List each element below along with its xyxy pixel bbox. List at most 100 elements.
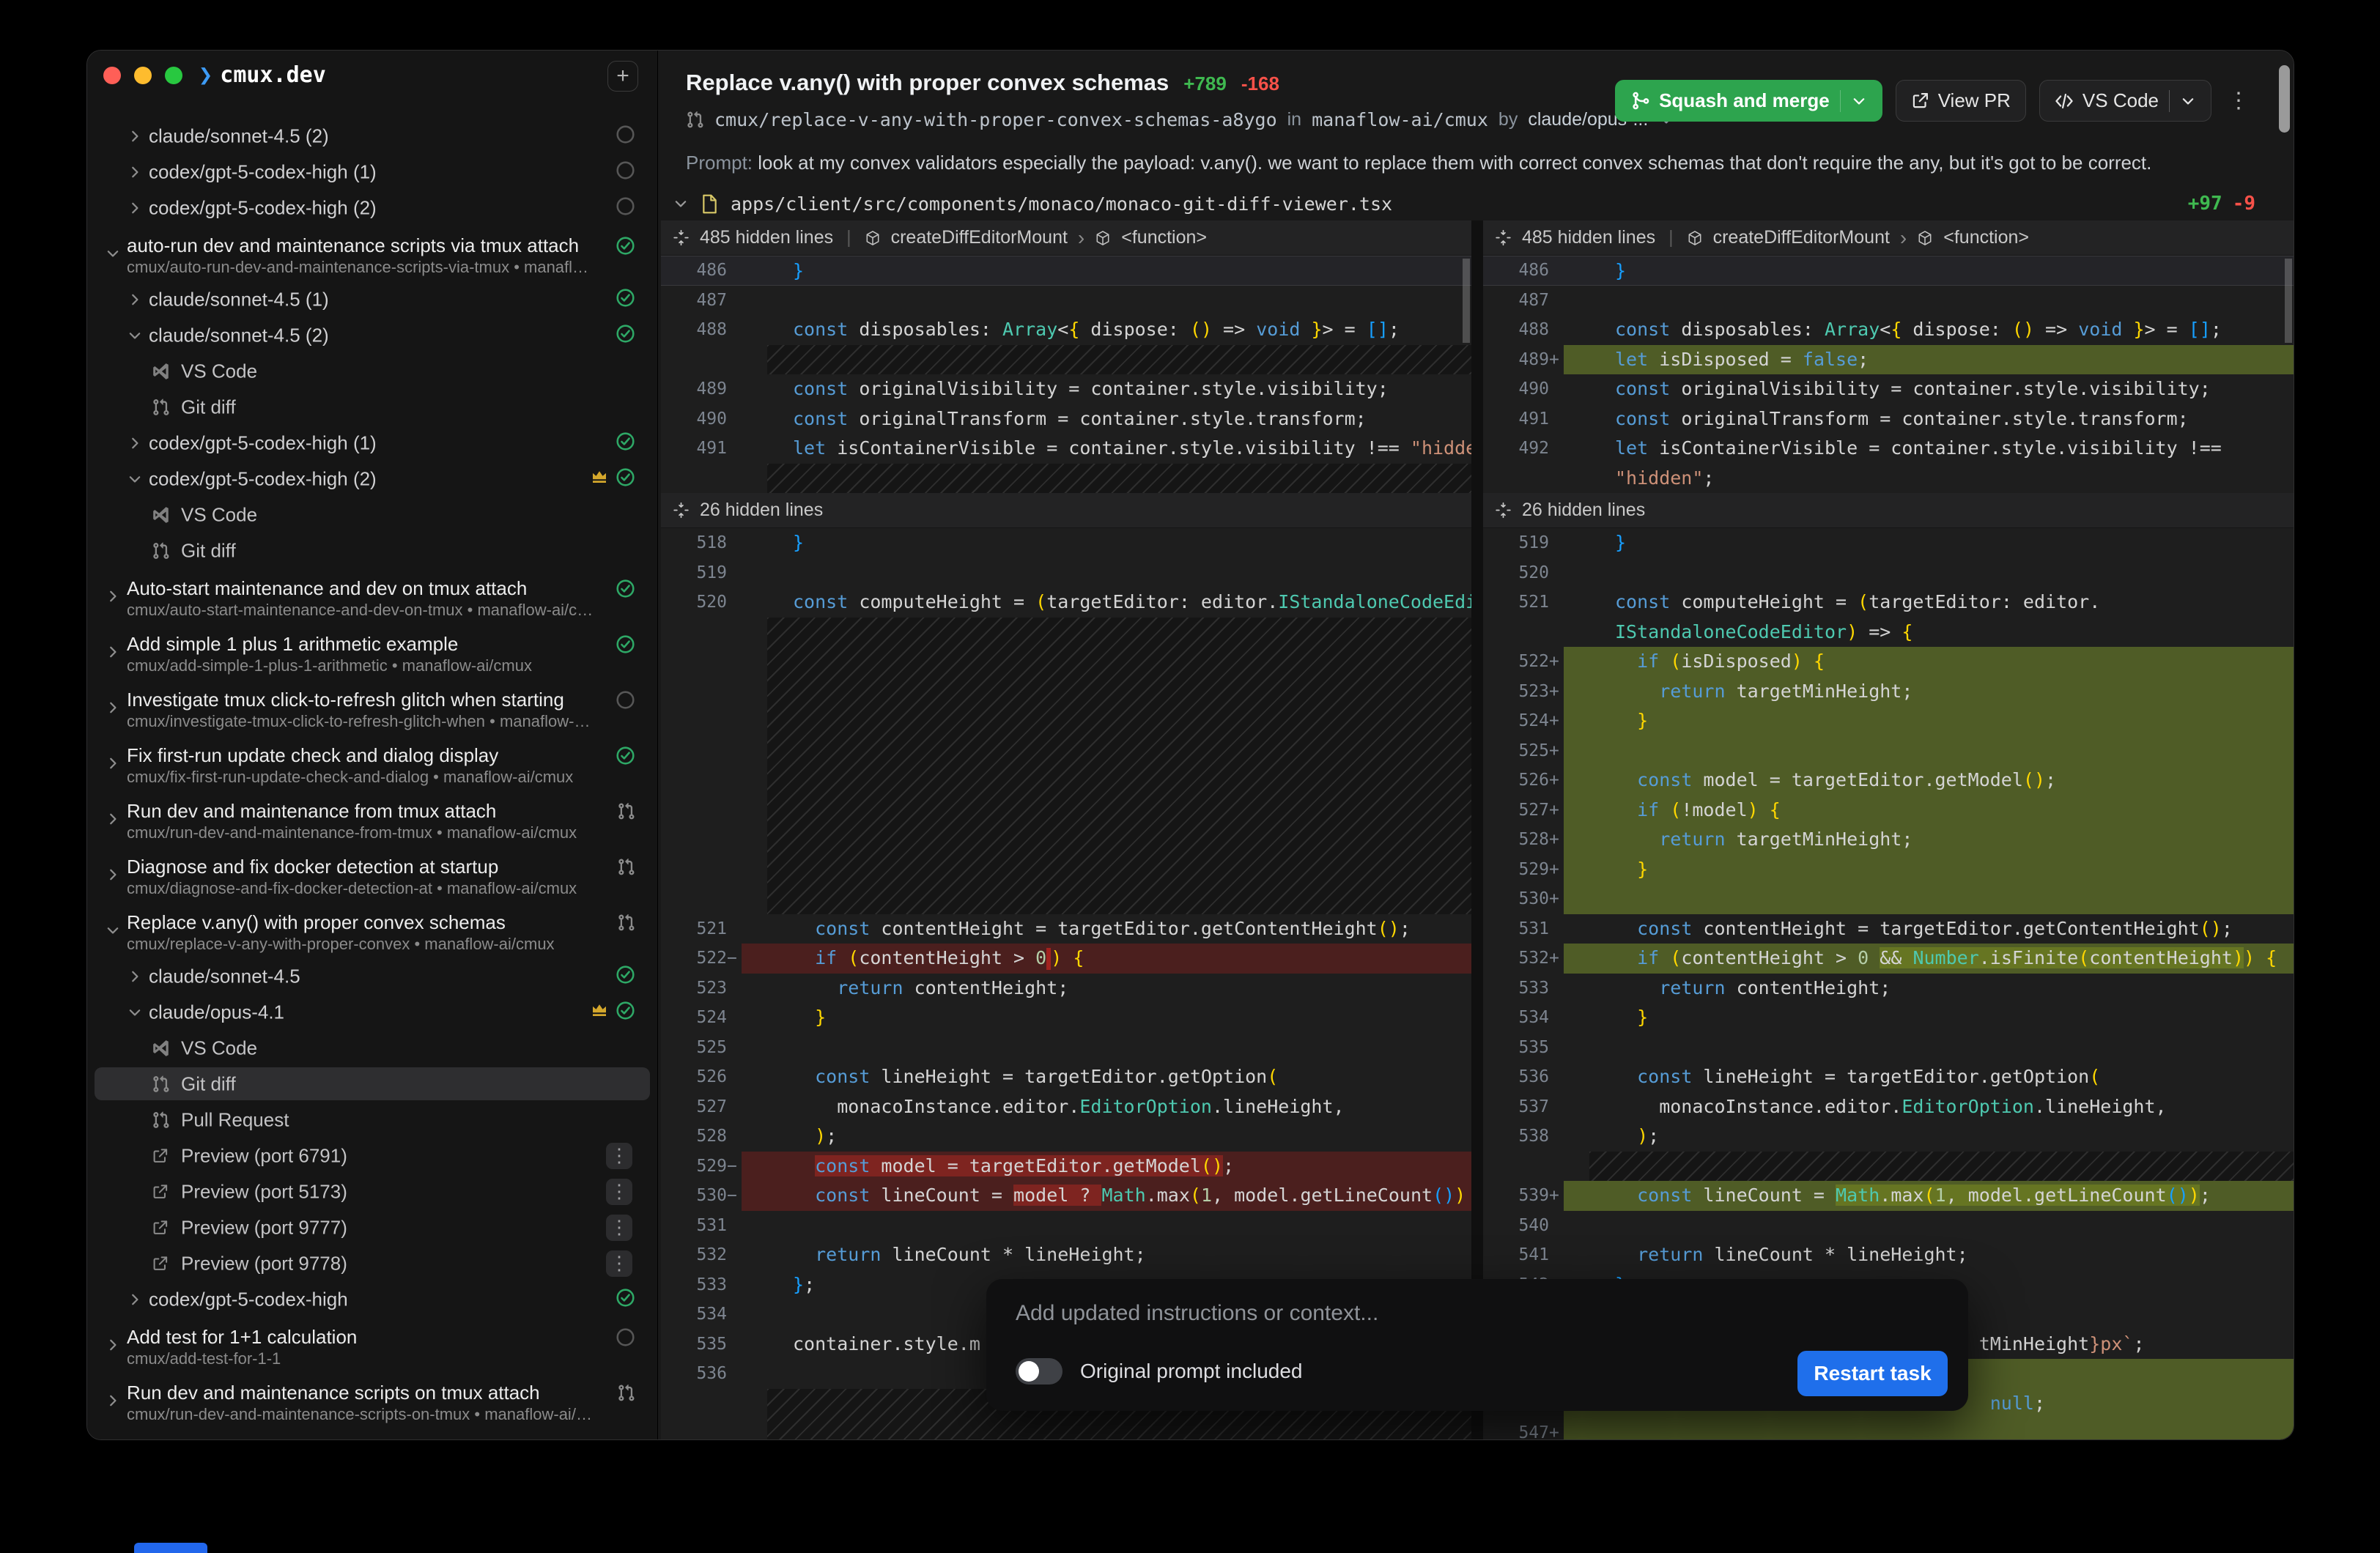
- instructions-input[interactable]: Add updated instructions or context...: [1016, 1301, 1378, 1326]
- toggle-label: Original prompt included: [1080, 1360, 1303, 1383]
- sidebar-item-preview-port-9778[interactable]: Preview (port 9778)⋮: [87, 1245, 657, 1281]
- close-window-button[interactable]: [103, 67, 121, 84]
- chevron-right-icon[interactable]: [105, 811, 121, 827]
- chevron-down-icon[interactable]: [127, 471, 143, 487]
- sidebar-item-git-diff[interactable]: Git diff: [87, 389, 657, 425]
- view-pr-button[interactable]: View PR: [1896, 80, 2026, 122]
- sidebar-item-preview-port-9777[interactable]: Preview (port 9777)⋮: [87, 1209, 657, 1245]
- hidden-lines-header[interactable]: 26 hidden lines: [661, 493, 1471, 528]
- chevron-right-icon[interactable]: [127, 435, 143, 451]
- check-circle-icon: [616, 1288, 635, 1311]
- breadcrumb-scope[interactable]: <function>: [1121, 227, 1207, 248]
- sidebar-branch-codex-gpt-5-codex-high-1[interactable]: codex/gpt-5-codex-high (1): [87, 154, 657, 190]
- sidebar-task-auto-start-maintenance-and-dev-on-tmux-attach[interactable]: Auto-start maintenance and dev on tmux a…: [87, 568, 657, 624]
- chevron-right-icon[interactable]: [127, 128, 143, 144]
- sidebar-task-run-dev-and-maintenance-from-tmux-attach[interactable]: Run dev and maintenance from tmux attach…: [87, 791, 657, 847]
- hidden-lines-header[interactable]: 485 hidden lines|createDiffEditorMount›<…: [1483, 220, 2294, 256]
- divider: [1840, 90, 1841, 112]
- sidebar-branch-claude-sonnet-4-5-1[interactable]: claude/sonnet-4.5 (1): [87, 281, 657, 317]
- sidebar-task-replace-v-any-with-proper-convex-schemas[interactable]: Replace v.any() with proper convex schem…: [87, 902, 657, 958]
- chevron-right-icon[interactable]: [127, 292, 143, 308]
- hidden-lines-header[interactable]: 26 hidden lines: [1483, 493, 2294, 528]
- chevron-down-icon[interactable]: [673, 196, 689, 212]
- sidebar-task-run-dev-and-maintenance-scripts-on-tmux-attach[interactable]: Run dev and maintenance scripts on tmux …: [87, 1373, 657, 1428]
- chevron-down-icon[interactable]: [1851, 93, 1867, 109]
- restart-task-button[interactable]: Restart task: [1797, 1351, 1948, 1396]
- sidebar-item-git-diff[interactable]: Git diff: [87, 533, 657, 568]
- sidebar-task-fix-first-run-update-check-and-dialog-display[interactable]: Fix first-run update check and dialog di…: [87, 735, 657, 791]
- hidden-lines-header[interactable]: 485 hidden lines|createDiffEditorMount›<…: [661, 220, 1471, 256]
- chevron-right-icon[interactable]: [105, 588, 121, 604]
- item-menu-button[interactable]: ⋮: [606, 1215, 632, 1241]
- sidebar-branch-codex-gpt-5-codex-high-2[interactable]: codex/gpt-5-codex-high (2): [87, 461, 657, 497]
- editor-scrollbar[interactable]: [1463, 259, 1470, 343]
- sidebar-item-pull-request[interactable]: Pull Request: [87, 1102, 657, 1138]
- sidebar-branch-codex-gpt-5-codex-high-1[interactable]: codex/gpt-5-codex-high (1): [87, 425, 657, 461]
- chevron-right-icon[interactable]: [105, 755, 121, 771]
- more-options-button[interactable]: ⋮: [2225, 88, 2252, 114]
- breadcrumb-function[interactable]: createDiffEditorMount: [891, 227, 1068, 248]
- item-menu-button[interactable]: ⋮: [606, 1179, 632, 1205]
- sidebar-task-diagnose-and-fix-docker-detection-at-startup[interactable]: Diagnose and fix docker detection at sta…: [87, 847, 657, 902]
- external-link-icon: [1911, 92, 1929, 110]
- chevron-down-icon[interactable]: [127, 1004, 143, 1020]
- sidebar-branch-codex-gpt-5-codex-high-2[interactable]: codex/gpt-5-codex-high (2): [87, 190, 657, 226]
- editor-scrollbar[interactable]: [2285, 259, 2292, 343]
- chevron-right-icon[interactable]: [105, 1337, 121, 1353]
- sidebar-branch-claude-sonnet-4-5[interactable]: claude/sonnet-4.5: [87, 958, 657, 994]
- branch-name[interactable]: cmux/replace-v-any-with-proper-convex-sc…: [714, 109, 1277, 130]
- sidebar-task-investigate-tmux-click-to-refresh-glitch-when-starting[interactable]: Investigate tmux click-to-refresh glitch…: [87, 680, 657, 735]
- item-menu-button[interactable]: ⋮: [606, 1250, 632, 1277]
- sidebar-item-vs-code[interactable]: VS Code: [87, 497, 657, 533]
- sidebar-item-vs-code[interactable]: VS Code: [87, 353, 657, 389]
- chevron-down-icon[interactable]: [127, 327, 143, 344]
- line-number: 490: [661, 404, 742, 434]
- sidebar-branch-codex-gpt-5-codex-high[interactable]: codex/gpt-5-codex-high: [87, 1281, 657, 1317]
- sidebar-task-add-simple-1-plus-1-arithmetic-example[interactable]: Add simple 1 plus 1 arithmetic examplecm…: [87, 624, 657, 680]
- zoom-window-button[interactable]: [165, 67, 182, 84]
- sidebar-branch-claude-opus-4-1[interactable]: claude/opus-4.1: [87, 994, 657, 1030]
- chevron-right-icon[interactable]: [127, 968, 143, 985]
- file-header[interactable]: apps/client/src/components/monaco/monaco…: [658, 187, 2294, 220]
- chevron-down-icon[interactable]: [2180, 93, 2196, 109]
- line-number: [1483, 464, 1564, 494]
- squash-and-merge-button[interactable]: Squash and merge: [1615, 80, 1882, 122]
- chevron-right-icon[interactable]: [127, 164, 143, 180]
- chevron-right-icon[interactable]: [127, 1291, 143, 1308]
- window-scrollbar[interactable]: [2279, 65, 2290, 133]
- sidebar-task-add-test-for-1-1-calculation[interactable]: Add test for 1+1 calculationcmux/add-tes…: [87, 1317, 657, 1373]
- sidebar-branch-claude-sonnet-4-5-2[interactable]: claude/sonnet-4.5 (2): [87, 118, 657, 154]
- chevron-down-icon[interactable]: [105, 922, 121, 938]
- chevron-right-icon[interactable]: [105, 867, 121, 883]
- symbol-icon: [1687, 230, 1703, 246]
- sidebar-task-auto-run-dev-and-maintenance-scripts-via-tmux-attach[interactable]: auto-run dev and maintenance scripts via…: [87, 226, 657, 281]
- status-icons: [616, 746, 635, 769]
- sidebar-branch-claude-sonnet-4-5-2[interactable]: claude/sonnet-4.5 (2): [87, 317, 657, 353]
- sidebar-item-vs-code[interactable]: VS Code: [87, 1030, 657, 1066]
- title-row: Replace v.any() with proper convex schem…: [686, 70, 1279, 96]
- breadcrumb-function[interactable]: createDiffEditorMount: [1713, 227, 1890, 248]
- code-line-original-531: 531: [661, 1211, 1471, 1241]
- breadcrumb-scope[interactable]: <function>: [1943, 227, 2029, 248]
- git-diff-icon: [152, 541, 170, 560]
- unfold-icon: [673, 229, 690, 246]
- chevron-right-icon[interactable]: [105, 644, 121, 660]
- vs-code-button[interactable]: VS Code: [2039, 80, 2211, 122]
- pending-circle-icon: [616, 125, 635, 148]
- sidebar-item-git-diff[interactable]: Git diff: [87, 1066, 657, 1102]
- code-line-modified-487: 487: [1483, 286, 2294, 316]
- chevron-down-icon[interactable]: [105, 245, 121, 262]
- new-task-button[interactable]: +: [607, 61, 638, 92]
- sidebar-item-preview-port-5173[interactable]: Preview (port 5173)⋮: [87, 1174, 657, 1209]
- chevron-right-icon[interactable]: [127, 200, 143, 216]
- code-text: );: [1564, 1122, 2294, 1152]
- code-line-modified-533: 533 return contentHeight;: [1483, 974, 2294, 1004]
- minimize-window-button[interactable]: [134, 67, 152, 84]
- sidebar-item-preview-port-6791[interactable]: Preview (port 6791)⋮: [87, 1138, 657, 1174]
- repo-name[interactable]: manaflow-ai/cmux: [1312, 109, 1488, 130]
- item-menu-button[interactable]: ⋮: [606, 1143, 632, 1169]
- chevron-right-icon[interactable]: [105, 700, 121, 716]
- original-prompt-toggle[interactable]: [1016, 1358, 1062, 1385]
- item-subtitle: cmux/investigate-tmux-click-to-refresh-g…: [127, 712, 596, 731]
- chevron-right-icon[interactable]: [105, 1393, 121, 1409]
